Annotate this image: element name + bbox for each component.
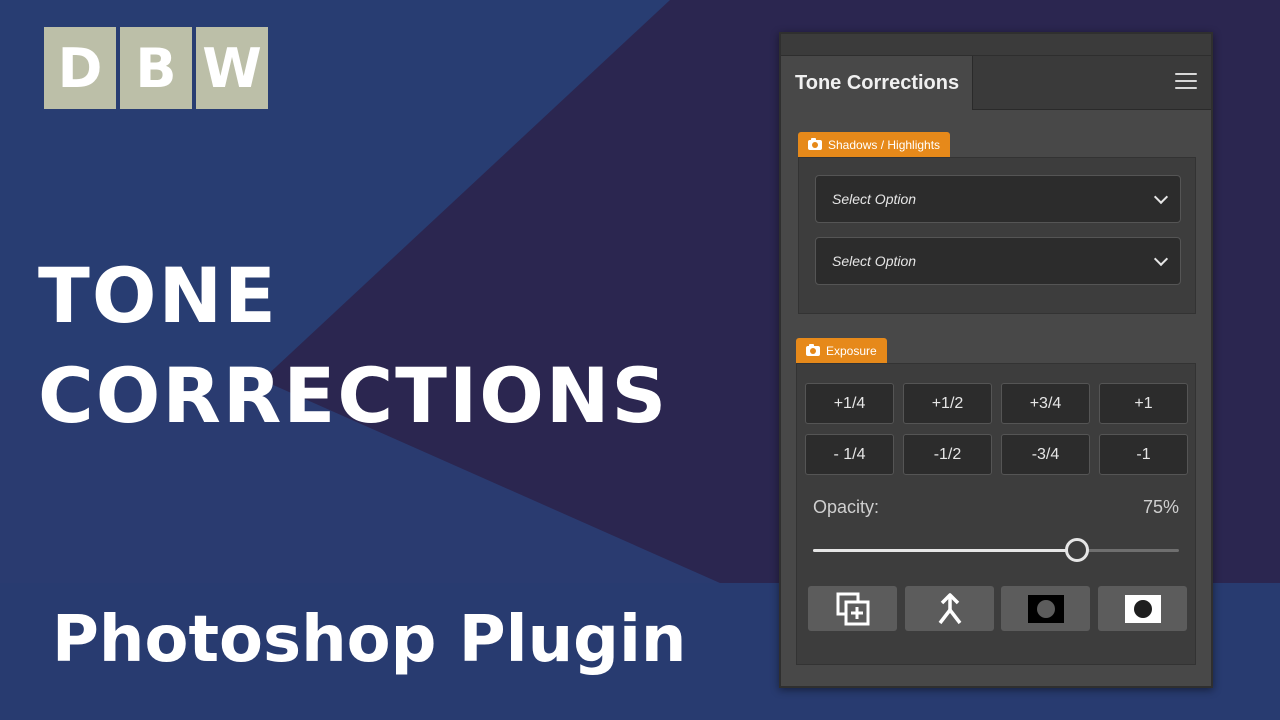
shadows-select-2[interactable]: Select Option [815,237,1181,285]
shadows-highlights-label-text: Shadows / Highlights [828,137,941,152]
exposure-minus-half-button[interactable]: -1/2 [903,434,992,475]
mask-light-button[interactable] [1098,586,1187,631]
merge-icon [938,592,961,624]
exposure-minus-one-button[interactable]: -1 [1099,434,1188,475]
select-value: Select Option [832,191,917,207]
panel-title-bar[interactable] [781,34,1211,56]
camera-icon [808,137,822,150]
headline-line-2: CORRECTIONS [38,351,669,440]
exposure-plus-half-button[interactable]: +1/2 [903,383,992,424]
tone-corrections-panel: Tone Corrections Shadows / Highlights Se… [779,32,1213,688]
headline-line-1: TONE [38,251,278,340]
mask-dark-button[interactable] [1001,586,1090,631]
select-value: Select Option [832,253,917,269]
shadows-highlights-section: Select Option Select Option [798,157,1196,314]
panel-header: Tone Corrections [781,56,1211,110]
shadows-select-1[interactable]: Select Option [815,175,1181,223]
exposure-plus-three-quarter-button[interactable]: +3/4 [1001,383,1090,424]
exposure-section: +1/4 +1/2 +3/4 +1 - 1/4 -1/2 -3/4 -1 Opa… [796,363,1196,665]
opacity-label: Opacity: [813,497,880,517]
dbw-logo: D B W [44,27,268,109]
opacity-value: 75% [1142,497,1179,517]
logo-letter-w: W [196,27,268,109]
opacity-slider[interactable] [813,538,1179,562]
exposure-minus-three-quarter-button[interactable]: -3/4 [1001,434,1090,475]
exposure-minus-quarter-button[interactable]: - 1/4 [805,434,894,475]
tab-tone-corrections[interactable]: Tone Corrections [781,56,973,110]
shadows-highlights-label: Shadows / Highlights [798,132,951,157]
exposure-plus-quarter-button[interactable]: +1/4 [805,383,894,424]
logo-letter-d: D [44,27,116,109]
hamburger-menu-icon[interactable] [1175,73,1197,91]
duplicate-layer-button[interactable] [808,586,897,631]
subtitle: Photoshop Plugin [52,603,687,677]
exposure-label-text: Exposure [826,343,877,358]
chevron-down-icon [1153,251,1169,266]
mask-light-icon [1124,594,1161,623]
opacity-slider-fill [813,549,1077,552]
opacity-slider-thumb[interactable] [1065,538,1089,562]
chevron-down-icon [1153,189,1169,204]
exposure-label: Exposure [796,338,887,363]
logo-letter-b: B [120,27,192,109]
camera-icon [806,343,820,356]
duplicate-layer-icon [836,592,869,625]
merge-button[interactable] [905,586,994,631]
mask-dark-icon [1027,594,1064,623]
exposure-plus-one-button[interactable]: +1 [1099,383,1188,424]
